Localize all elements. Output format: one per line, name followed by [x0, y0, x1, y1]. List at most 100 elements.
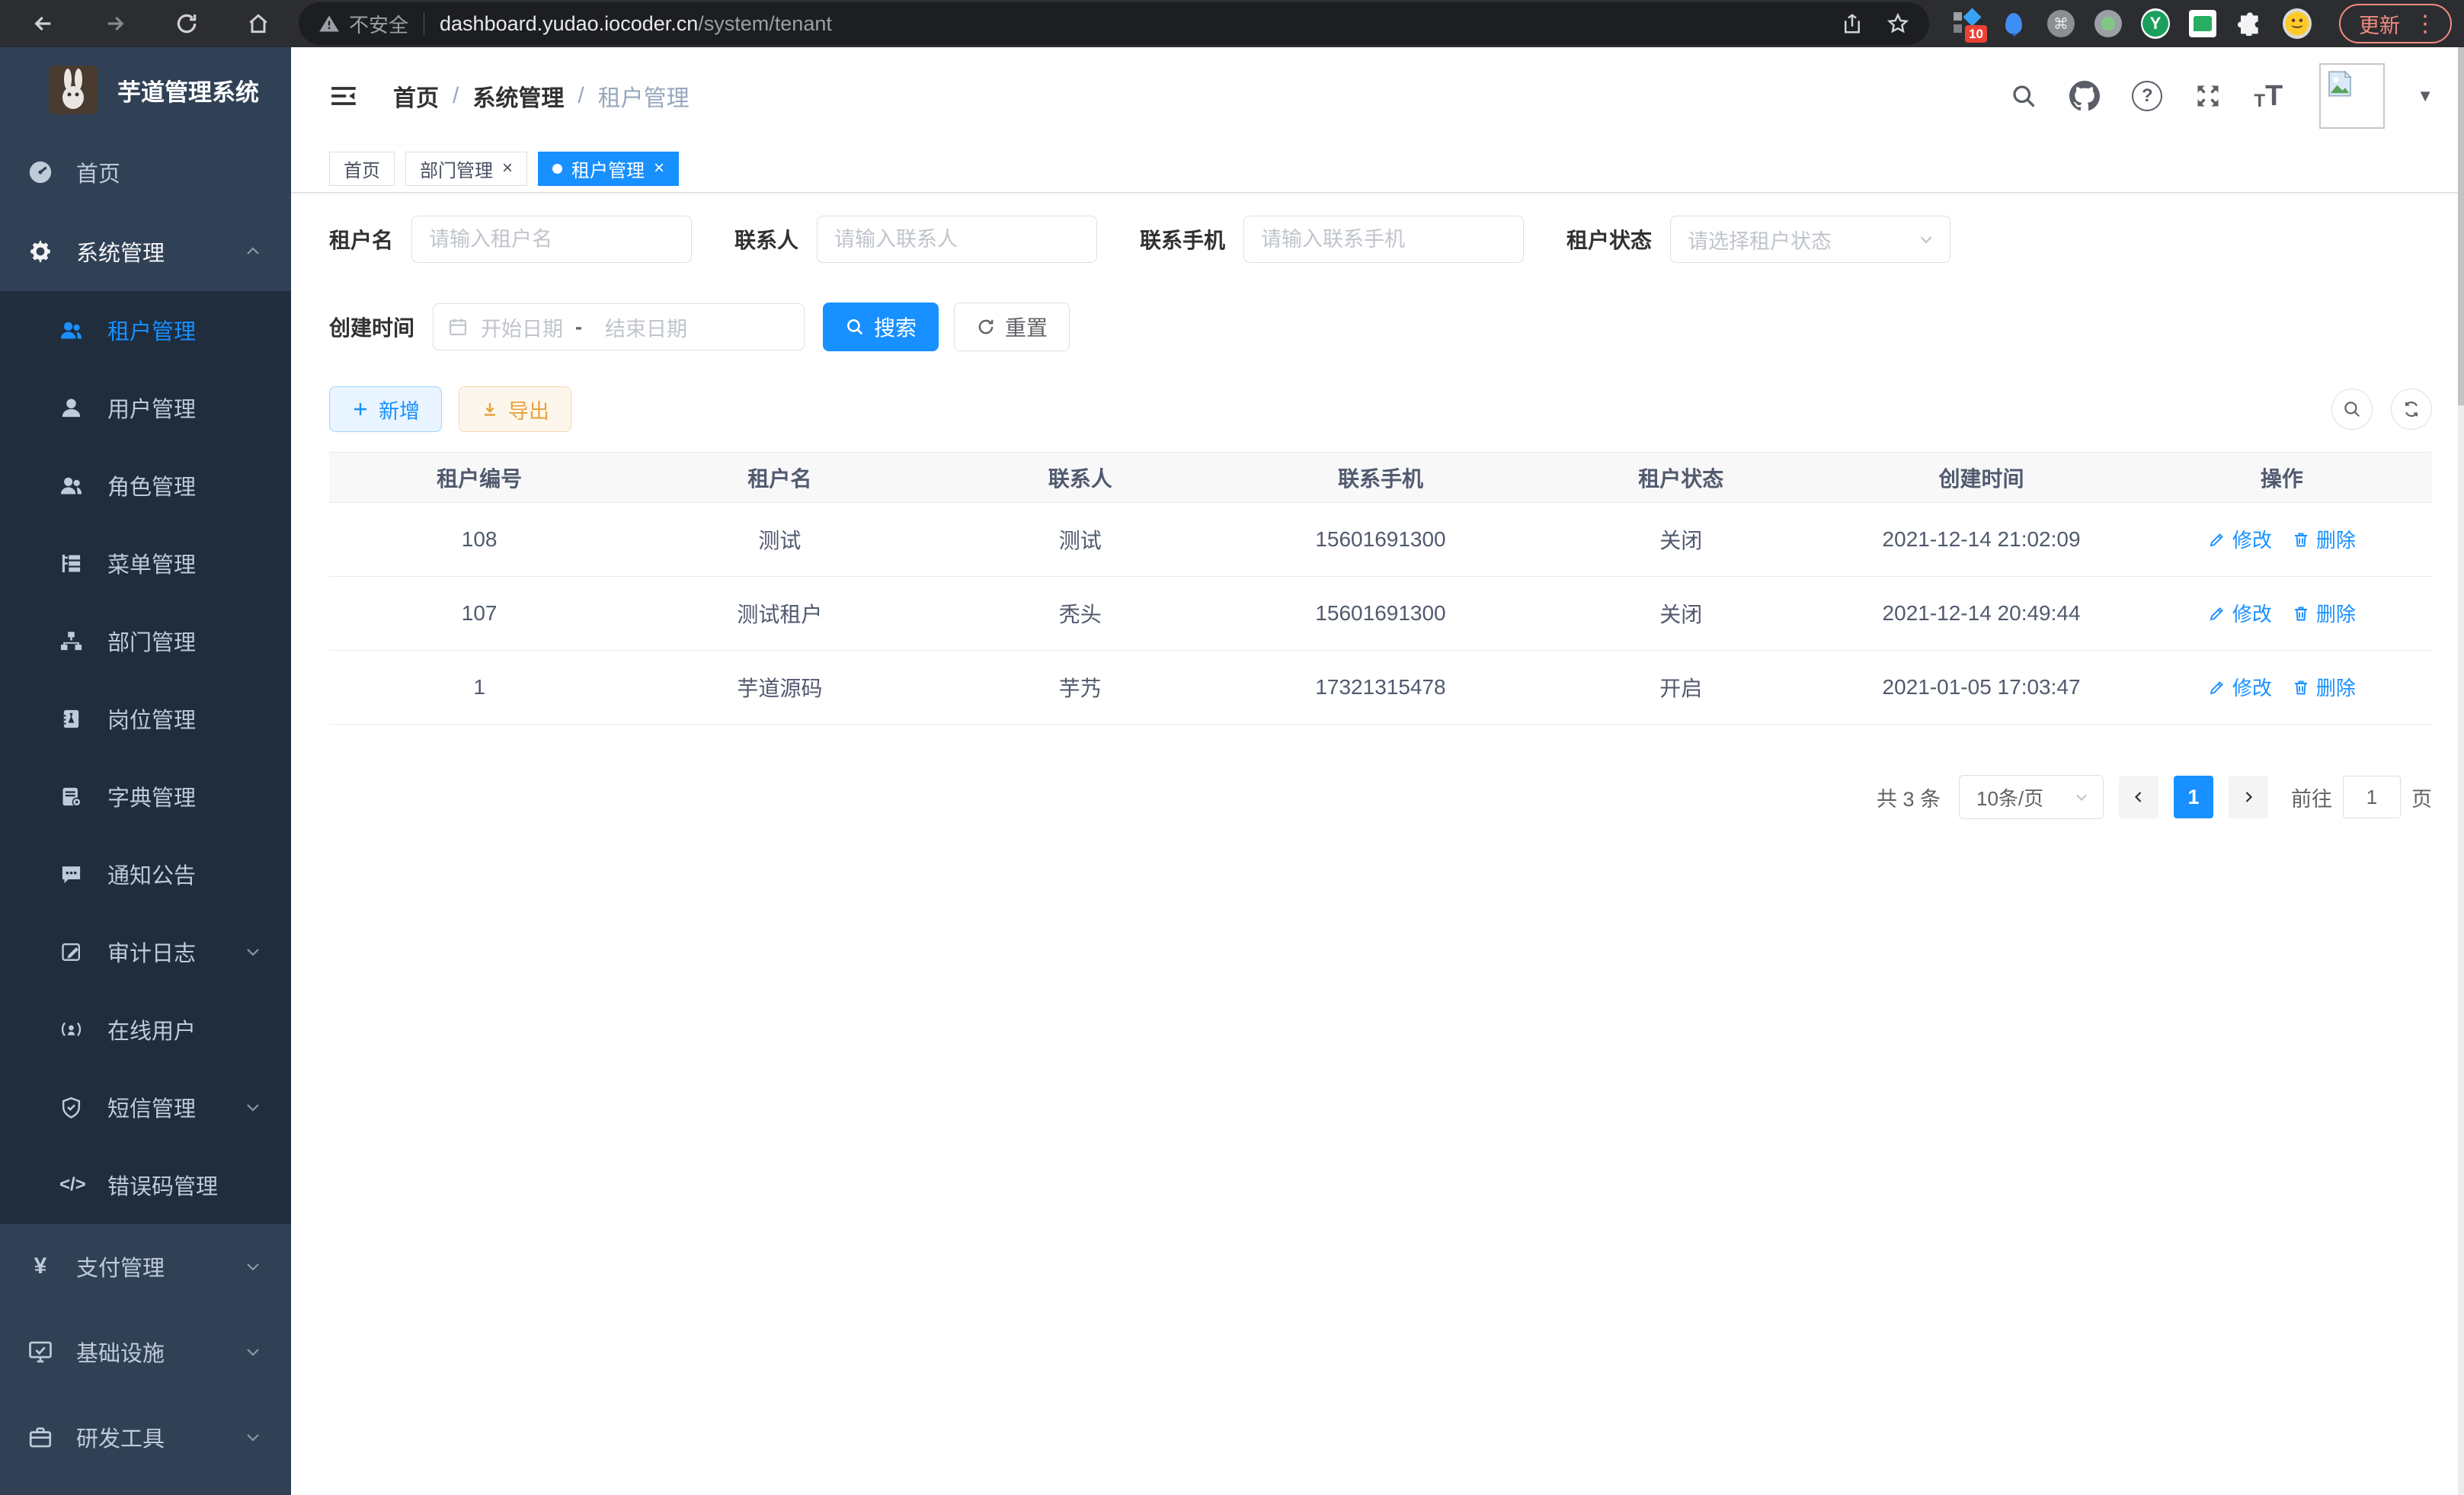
font-size-icon[interactable]: TT: [2254, 82, 2283, 110]
scrollbar-thumb[interactable]: [2458, 47, 2464, 405]
search-icon: [845, 317, 865, 337]
tab-close-icon[interactable]: ×: [654, 159, 664, 178]
sidebar-item-audit-log[interactable]: 审计日志: [0, 913, 291, 991]
add-button[interactable]: 新增: [329, 386, 442, 432]
chevron-down-icon: [244, 1098, 262, 1116]
goto-page-input[interactable]: [2343, 776, 2401, 818]
sidebar-item-role[interactable]: 角色管理: [0, 447, 291, 524]
browser-forward-button[interactable]: [79, 2, 151, 45]
edit-link[interactable]: 修改: [2208, 525, 2272, 553]
next-page-button[interactable]: [2229, 776, 2268, 818]
bookmark-star-icon[interactable]: [1886, 12, 1909, 35]
start-date-placeholder: 开始日期: [481, 312, 563, 342]
breadcrumb-system[interactable]: 系统管理: [472, 79, 564, 113]
github-icon[interactable]: [2069, 81, 2100, 111]
sidebar-item-label: 在线用户: [107, 1013, 196, 1045]
tab-dept[interactable]: 部门管理 ×: [405, 152, 527, 186]
share-icon[interactable]: [1841, 12, 1864, 35]
sidebar-item-payment[interactable]: ¥ 支付管理: [0, 1224, 291, 1309]
delete-link[interactable]: 删除: [2292, 599, 2356, 627]
cell-created: 2021-01-05 17:03:47: [1831, 651, 2131, 725]
delete-link[interactable]: 删除: [2292, 673, 2356, 701]
page-scrollbar[interactable]: [2458, 47, 2464, 1495]
col-mobile: 联系手机: [1230, 453, 1531, 503]
sidebar-item-sms[interactable]: 短信管理: [0, 1068, 291, 1146]
cell-actions: 修改删除: [2132, 503, 2432, 577]
contact-input[interactable]: [817, 216, 1097, 263]
sidebar-item-online-user[interactable]: 在线用户: [0, 991, 291, 1068]
cell-mobile: 17321315478: [1230, 651, 1531, 725]
extension-dot-icon[interactable]: [2094, 9, 2123, 38]
address-bar[interactable]: 不安全 dashboard.yudao.iocoder.cn/system/te…: [299, 2, 1929, 45]
table-toolbar: 新增 导出: [329, 386, 2432, 432]
broken-image-icon: [2324, 68, 2356, 100]
cell-tenant-name: 芋道源码: [629, 651, 930, 725]
contact-label: 联系人: [734, 224, 798, 255]
sidebar-item-dict[interactable]: 字典管理: [0, 757, 291, 835]
sidebar-item-system[interactable]: 系统管理: [0, 212, 291, 291]
extension-y-icon[interactable]: Y: [2141, 9, 2170, 38]
browser-menu-icon[interactable]: ⋮: [2414, 11, 2438, 37]
profile-avatar-icon[interactable]: [2283, 9, 2312, 38]
user-avatar[interactable]: [2319, 63, 2385, 129]
download-icon: [481, 400, 499, 418]
sidebar-item-devtools[interactable]: 研发工具: [0, 1394, 291, 1480]
sidebar-item-label: 支付管理: [76, 1250, 165, 1282]
prev-page-button[interactable]: [2119, 776, 2158, 818]
extension-workflow-icon[interactable]: 10: [1952, 9, 1981, 38]
reset-button[interactable]: 重置: [954, 303, 1070, 351]
search-icon[interactable]: [2010, 82, 2037, 110]
hide-search-button[interactable]: [2331, 389, 2373, 430]
home-icon: [246, 11, 270, 36]
date-range-picker[interactable]: 开始日期 - 结束日期: [433, 303, 805, 351]
browser-home-button[interactable]: [222, 2, 294, 45]
sidebar-item-home[interactable]: 首页: [0, 133, 291, 212]
sidebar-menu: 首页 系统管理 租户管理 用户管理 角色管理: [0, 133, 291, 1480]
extension-chat-icon[interactable]: [2188, 9, 2217, 38]
sidebar-toggle-icon[interactable]: [329, 82, 358, 110]
extension-balloon-icon[interactable]: [1999, 9, 2028, 38]
tab-label: 首页: [344, 155, 380, 182]
cell-contact: 芋艿: [930, 651, 1230, 725]
page-size-select[interactable]: 10条/页: [1959, 775, 2104, 819]
security-label: 不安全: [349, 10, 408, 38]
extension-command-icon[interactable]: ⌘: [2046, 9, 2075, 38]
col-status: 租户状态: [1531, 453, 1831, 503]
browser-update-button[interactable]: 更新 ⋮: [2339, 4, 2452, 43]
edit-link[interactable]: 修改: [2208, 599, 2272, 627]
sidebar-item-error-code[interactable]: </> 错误码管理: [0, 1146, 291, 1224]
help-icon[interactable]: ?: [2132, 81, 2162, 111]
sidebar-item-infrastructure[interactable]: 基础设施: [0, 1309, 291, 1394]
page-unit-label: 页: [2411, 783, 2432, 812]
plus-icon: [351, 400, 370, 418]
browser-back-button[interactable]: [8, 2, 79, 45]
url-path: /system/tenant: [698, 12, 832, 35]
fullscreen-icon[interactable]: [2194, 82, 2222, 110]
tenant-name-label: 租户名: [329, 224, 393, 255]
sidebar-item-post[interactable]: 岗位管理: [0, 680, 291, 757]
breadcrumb-home[interactable]: 首页: [393, 79, 439, 113]
sidebar-item-user[interactable]: 用户管理: [0, 369, 291, 447]
avatar-caret-down-icon[interactable]: ▼: [2417, 86, 2434, 106]
tenant-name-input[interactable]: [411, 216, 692, 263]
sidebar-item-menu[interactable]: 菜单管理: [0, 524, 291, 602]
browser-reload-button[interactable]: [151, 2, 222, 45]
extensions-puzzle-icon[interactable]: [2235, 9, 2264, 38]
refresh-table-button[interactable]: [2391, 389, 2432, 430]
dashboard-icon: [27, 159, 53, 185]
tab-close-icon[interactable]: ×: [502, 159, 513, 178]
search-button[interactable]: 搜索: [823, 303, 939, 351]
mobile-input[interactable]: [1243, 216, 1524, 263]
current-page-button[interactable]: 1: [2174, 776, 2213, 818]
edit-link[interactable]: 修改: [2208, 673, 2272, 701]
sidebar-item-tenant[interactable]: 租户管理: [0, 291, 291, 369]
status-select[interactable]: 请选择租户状态: [1670, 216, 1950, 263]
cell-created: 2021-12-14 21:02:09: [1831, 503, 2131, 577]
sidebar-item-dept[interactable]: 部门管理: [0, 602, 291, 680]
monitor-icon: [27, 1339, 53, 1365]
export-button[interactable]: 导出: [459, 386, 571, 432]
delete-link[interactable]: 删除: [2292, 525, 2356, 553]
sidebar-item-notice[interactable]: 通知公告: [0, 835, 291, 913]
tab-tenant-active[interactable]: 租户管理 ×: [538, 152, 679, 186]
tab-home[interactable]: 首页: [329, 152, 395, 186]
